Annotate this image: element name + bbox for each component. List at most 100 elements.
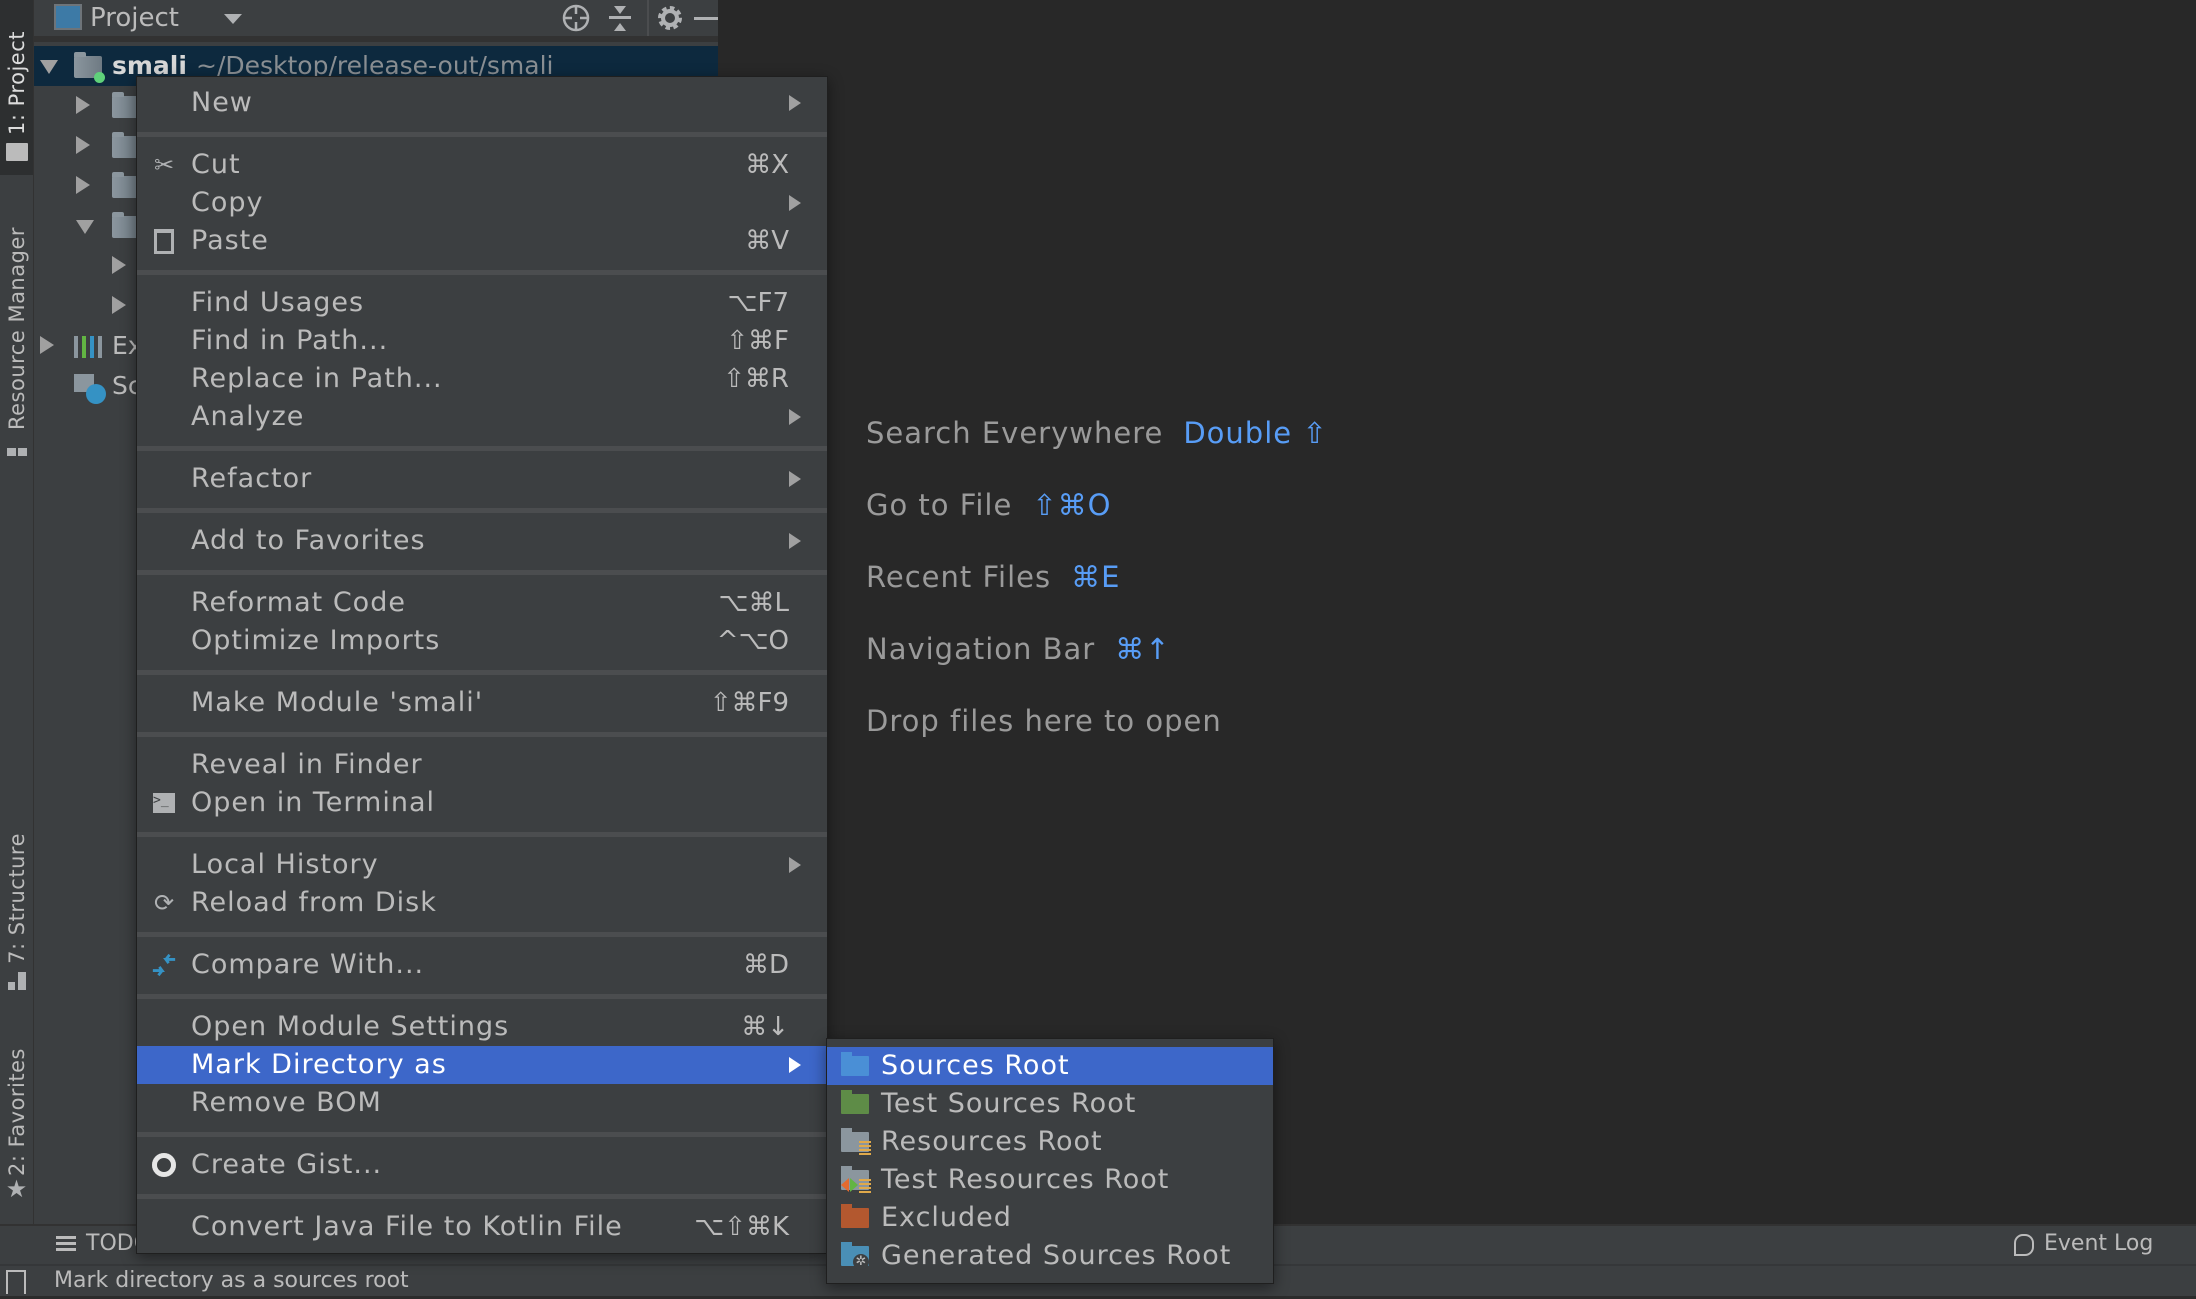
submenu-item-sources-root[interactable]: Sources Root: [827, 1047, 1273, 1085]
chevron-right-icon[interactable]: [76, 176, 90, 194]
menu-item-shortcut: ⌘V: [745, 226, 789, 256]
submenu-item-excluded[interactable]: Excluded: [827, 1199, 1273, 1237]
hint-shortcut: ⌘↑: [1115, 632, 1171, 666]
hint-drop-files: Drop files here to open: [866, 704, 1222, 738]
tool-windows-toggle-icon[interactable]: [6, 1270, 26, 1294]
menu-separator: [137, 832, 827, 837]
menu-item-label: Compare With...: [191, 949, 425, 980]
menu-item-label: New: [191, 87, 253, 118]
hint-label: Search Everywhere: [866, 416, 1164, 450]
test-marker-icon: [841, 1178, 849, 1192]
menu-item-shortcut: ⌘↓: [741, 1012, 789, 1042]
chevron-down-icon[interactable]: [40, 60, 58, 74]
menu-item-shortcut: ⌥⌘L: [718, 588, 789, 618]
chevron-right-icon[interactable]: [76, 96, 90, 114]
tool-tab-favorites-label: 2: Favorites: [4, 1048, 29, 1176]
tool-tab-favorites[interactable]: 2: Favorites ★: [0, 1030, 33, 1202]
menu-item-label: Local History: [191, 849, 379, 880]
module-status-dot: [94, 72, 105, 83]
collapse-all-icon[interactable]: [604, 2, 636, 34]
menu-separator: [137, 570, 827, 575]
chevron-right-icon[interactable]: [112, 296, 126, 314]
menu-item-label: Mark Directory as: [191, 1049, 447, 1080]
resources-lines-icon: [859, 1179, 871, 1193]
menu-item-open-in-terminal[interactable]: >_ Open in Terminal: [137, 784, 827, 822]
chevron-down-icon[interactable]: [76, 220, 94, 234]
menu-item-label: Cut: [191, 149, 241, 180]
menu-item-shortcut: ⇧⌘F9: [709, 688, 789, 718]
menu-item-find-in-path[interactable]: Find in Path... ⇧⌘F: [137, 322, 827, 360]
menu-item-copy[interactable]: Copy: [137, 184, 827, 222]
menu-item-convert-java-to-kotlin[interactable]: Convert Java File to Kotlin File ⌥⇧⌘K: [137, 1208, 827, 1246]
gear-icon[interactable]: [654, 2, 686, 34]
menu-item-label: Find in Path...: [191, 325, 389, 356]
chevron-down-icon[interactable]: [224, 14, 242, 24]
menu-item-remove-bom[interactable]: Remove BOM: [137, 1084, 827, 1122]
menu-item-shortcut: ⇧⌘F: [726, 326, 789, 356]
menu-item-label: Convert Java File to Kotlin File: [191, 1211, 623, 1242]
hint-label: Recent Files: [866, 560, 1052, 594]
menu-item-add-to-favorites[interactable]: Add to Favorites: [137, 522, 827, 560]
submenu-item-test-sources-root[interactable]: Test Sources Root: [827, 1085, 1273, 1123]
clipboard-icon: [151, 228, 177, 254]
menu-item-replace-in-path[interactable]: Replace in Path... ⇧⌘R: [137, 360, 827, 398]
clock-icon: [86, 384, 106, 404]
tool-tab-project[interactable]: 1: Project: [0, 0, 33, 175]
menu-item-label: Analyze: [191, 401, 305, 432]
menu-separator: [137, 932, 827, 937]
menu-item-shortcut: ⌥F7: [727, 288, 789, 318]
menu-separator: [137, 732, 827, 737]
chevron-right-icon[interactable]: [76, 136, 90, 154]
menu-item-label: Find Usages: [191, 287, 365, 318]
menu-item-local-history[interactable]: Local History: [137, 846, 827, 884]
menu-item-label: Open in Terminal: [191, 787, 435, 818]
hint-shortcut: Double ⇧: [1183, 416, 1328, 450]
submenu-item-generated-sources-root[interactable]: ✲ Generated Sources Root: [827, 1237, 1273, 1275]
event-log-label: Event Log: [2044, 1231, 2154, 1256]
tool-tab-structure-label: 7: Structure: [4, 833, 29, 964]
menu-item-label: Paste: [191, 225, 269, 256]
chevron-right-icon[interactable]: [40, 336, 54, 354]
submenu-arrow-icon: [789, 95, 801, 111]
header-divider: [647, 0, 649, 36]
reload-icon: ⟳: [153, 889, 175, 917]
menu-item-paste[interactable]: Paste ⌘V: [137, 222, 827, 260]
test-marker-icon: [850, 1178, 858, 1192]
menu-separator: [137, 446, 827, 451]
menu-item-refactor[interactable]: Refactor: [137, 460, 827, 498]
menu-item-reveal-in-finder[interactable]: Reveal in Finder: [137, 746, 827, 784]
menu-item-mark-directory-as[interactable]: Mark Directory as: [137, 1046, 827, 1084]
github-icon: [151, 1152, 177, 1178]
submenu-item-label: Sources Root: [881, 1050, 1070, 1081]
menu-item-cut[interactable]: ✂ Cut ⌘X: [137, 146, 827, 184]
menu-item-compare-with[interactable]: Compare With... ⌘D: [137, 946, 827, 984]
menu-separator: [137, 670, 827, 675]
folder-icon: [5, 143, 28, 161]
tool-tab-structure[interactable]: 7: Structure: [0, 812, 33, 990]
menu-item-reload-from-disk[interactable]: ⟳ Reload from Disk: [137, 884, 827, 922]
chevron-right-icon[interactable]: [112, 256, 126, 274]
menu-item-reformat-code[interactable]: Reformat Code ⌥⌘L: [137, 584, 827, 622]
menu-separator: [137, 508, 827, 513]
locate-icon[interactable]: [560, 2, 592, 34]
submenu-item-test-resources-root[interactable]: Test Resources Root: [827, 1161, 1273, 1199]
menu-item-make-module[interactable]: Make Module 'smali' ⇧⌘F9: [137, 684, 827, 722]
menu-item-analyze[interactable]: Analyze: [137, 398, 827, 436]
event-log-button[interactable]: Event Log: [2010, 1226, 2170, 1262]
hint-go-to-file: Go to File ⇧⌘O: [866, 488, 1111, 522]
menu-item-shortcut: ^⌥O: [716, 626, 789, 656]
menu-item-label: Reveal in Finder: [191, 749, 423, 780]
menu-item-create-gist[interactable]: Create Gist...: [137, 1146, 827, 1184]
menu-item-find-usages[interactable]: Find Usages ⌥F7: [137, 284, 827, 322]
project-view-title[interactable]: Project: [90, 0, 179, 36]
submenu-item-resources-root[interactable]: Resources Root: [827, 1123, 1273, 1161]
submenu-item-label: Generated Sources Root: [881, 1240, 1232, 1271]
tool-tab-resource-manager-label: Resource Manager: [4, 226, 29, 430]
menu-item-open-module-settings[interactable]: Open Module Settings ⌘↓: [137, 1008, 827, 1046]
list-icon: [56, 1236, 76, 1252]
menu-item-new[interactable]: New: [137, 84, 827, 122]
generated-gear-icon: ✲: [853, 1254, 869, 1270]
submenu-item-label: Excluded: [881, 1202, 1012, 1233]
menu-item-optimize-imports[interactable]: Optimize Imports ^⌥O: [137, 622, 827, 660]
tool-tab-resource-manager[interactable]: Resource Manager: [0, 196, 33, 456]
